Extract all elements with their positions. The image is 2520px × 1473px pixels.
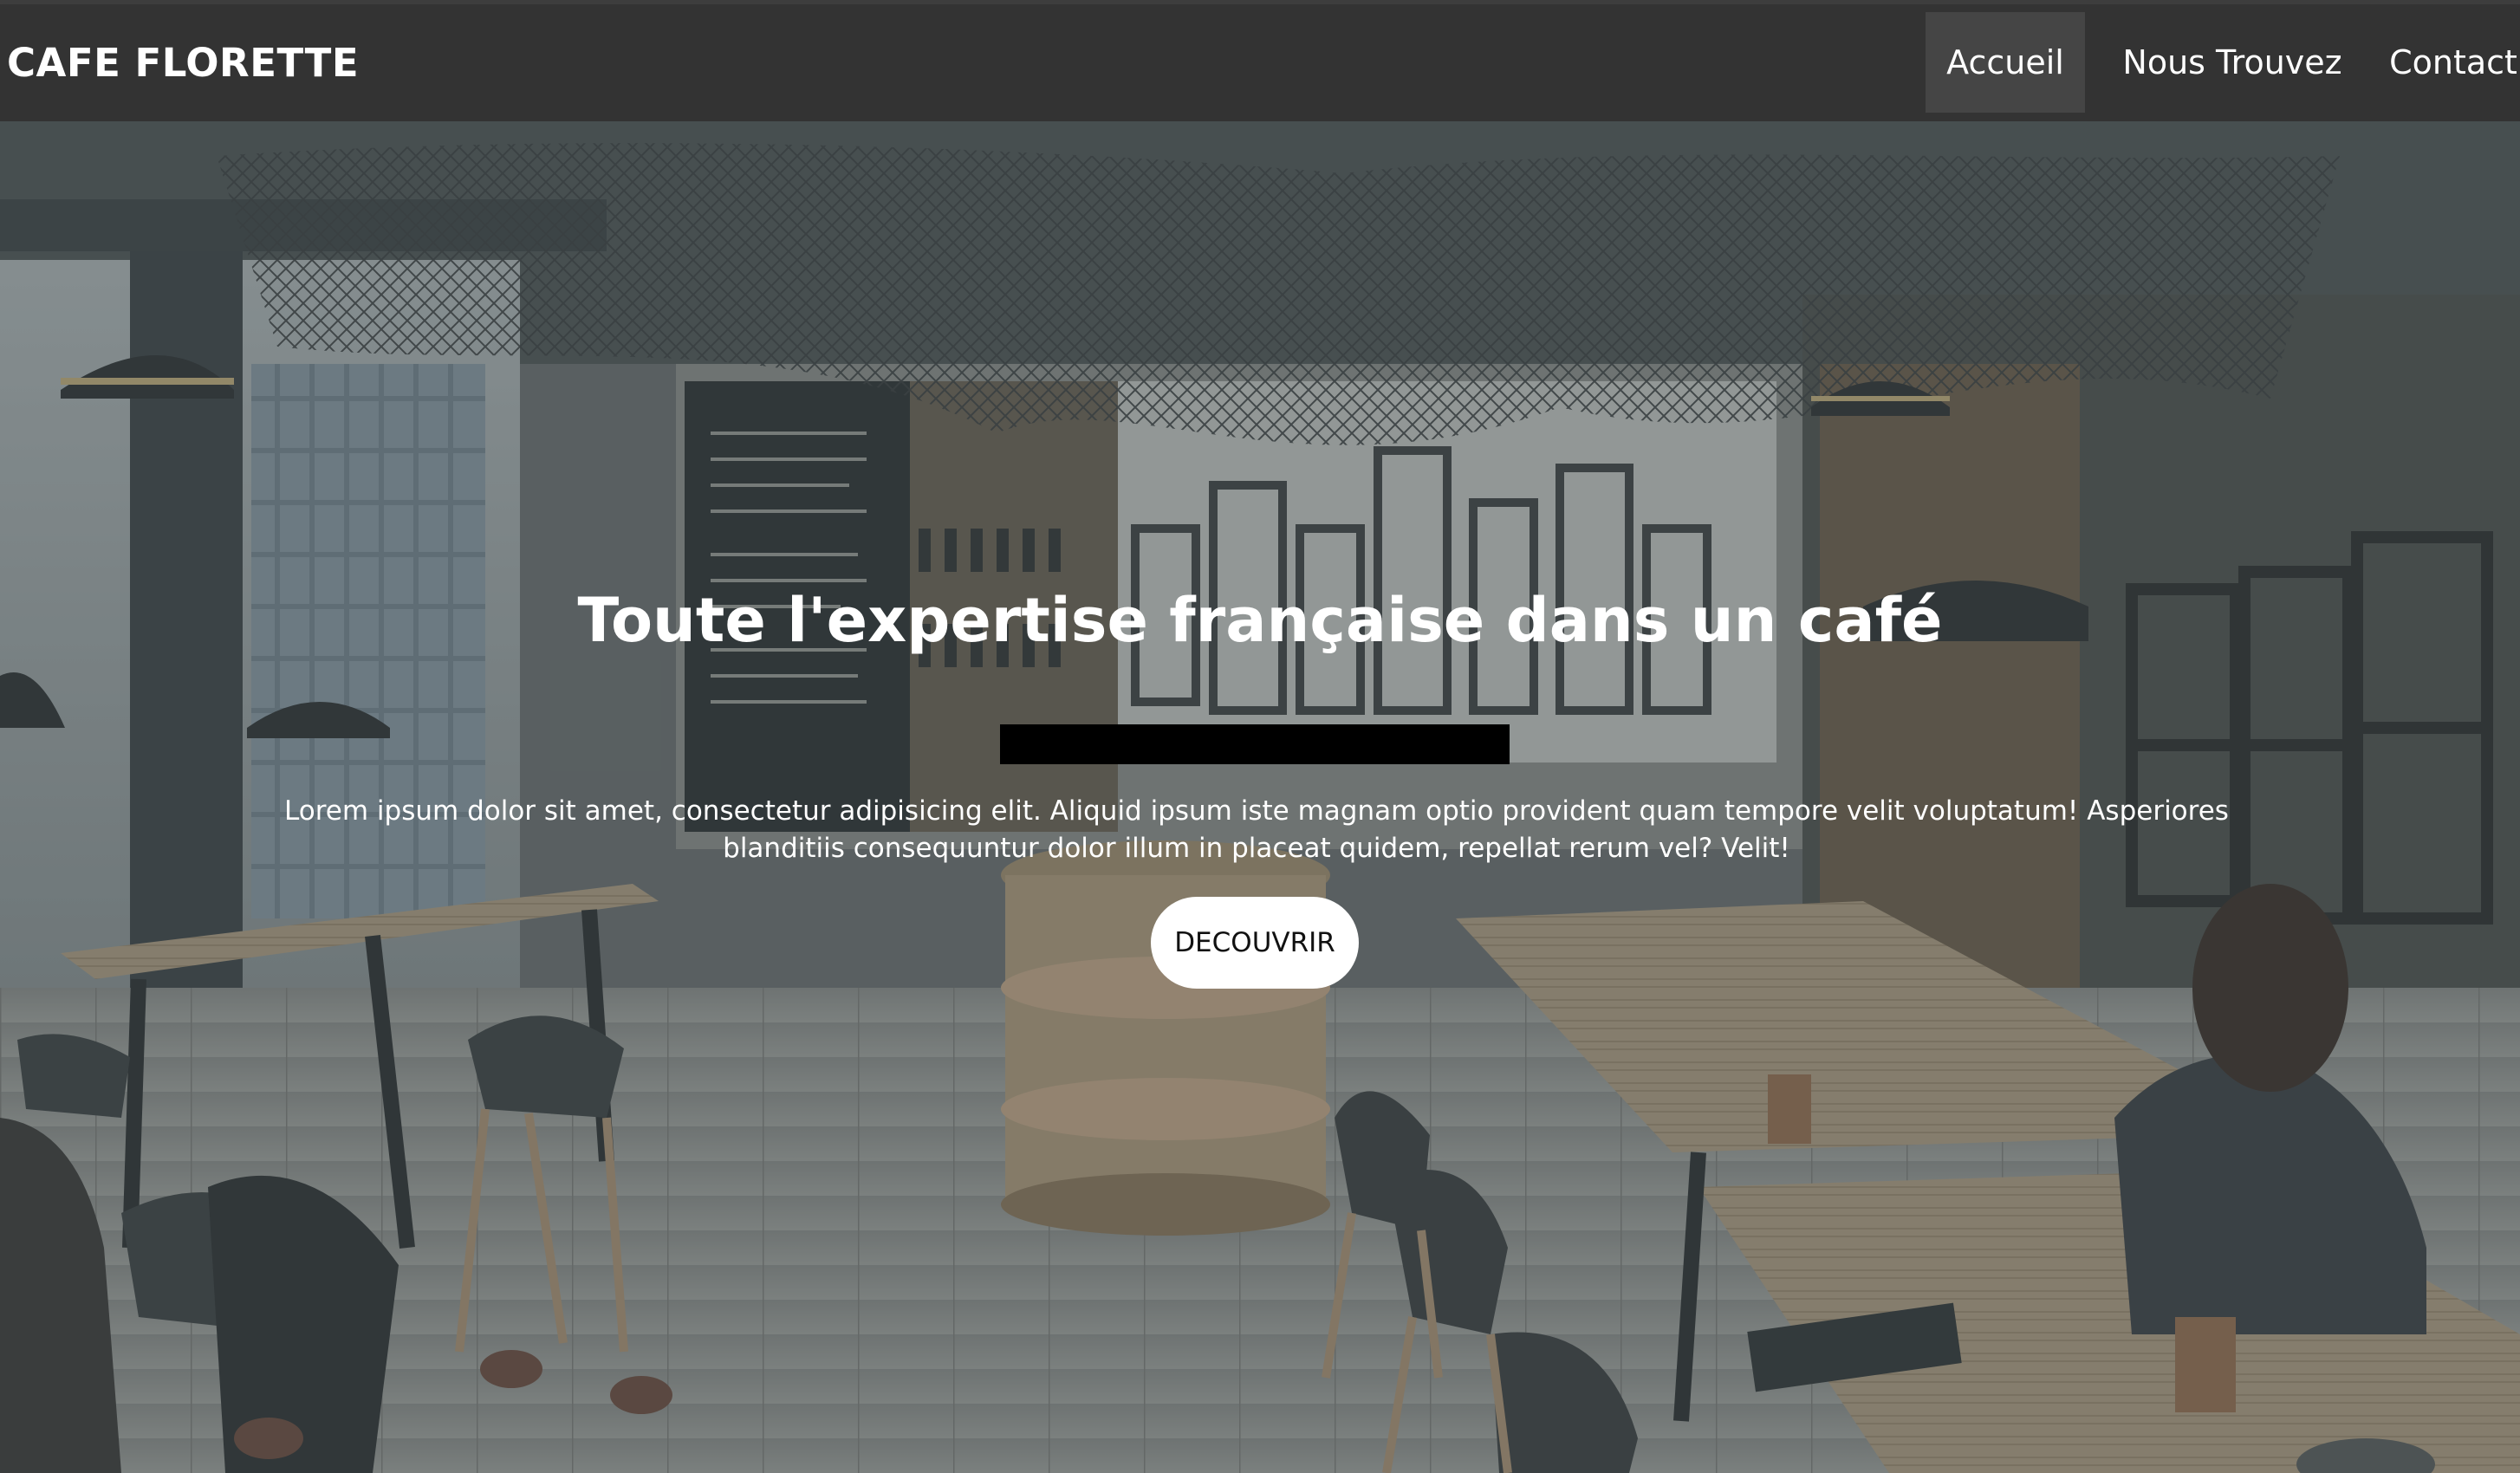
brand-logo-text[interactable]: CAFE FLORETTE xyxy=(7,39,359,88)
hero-heading: Toute l'expertise française dans un café xyxy=(577,585,1943,656)
nav-link-accueil[interactable]: Accueil xyxy=(1926,12,2085,113)
nav-link-nous-trouvez[interactable]: Nous Trouvez xyxy=(2113,12,2352,113)
main-nav: Accueil Nous Trouvez Contact xyxy=(1926,12,2520,113)
hero-paragraph: Lorem ipsum dolor sit amet, consectetur … xyxy=(284,795,2229,864)
top-navbar: CAFE FLORETTE Accueil Nous Trouvez Conta… xyxy=(0,0,2520,121)
decouvrir-button[interactable]: DECOUVRIR xyxy=(1151,897,1359,989)
nav-link-contact[interactable]: Contact xyxy=(2388,12,2518,113)
redaction-bar xyxy=(1000,724,1510,764)
hero-section: Toute l'expertise française dans un café… xyxy=(0,121,2520,1473)
